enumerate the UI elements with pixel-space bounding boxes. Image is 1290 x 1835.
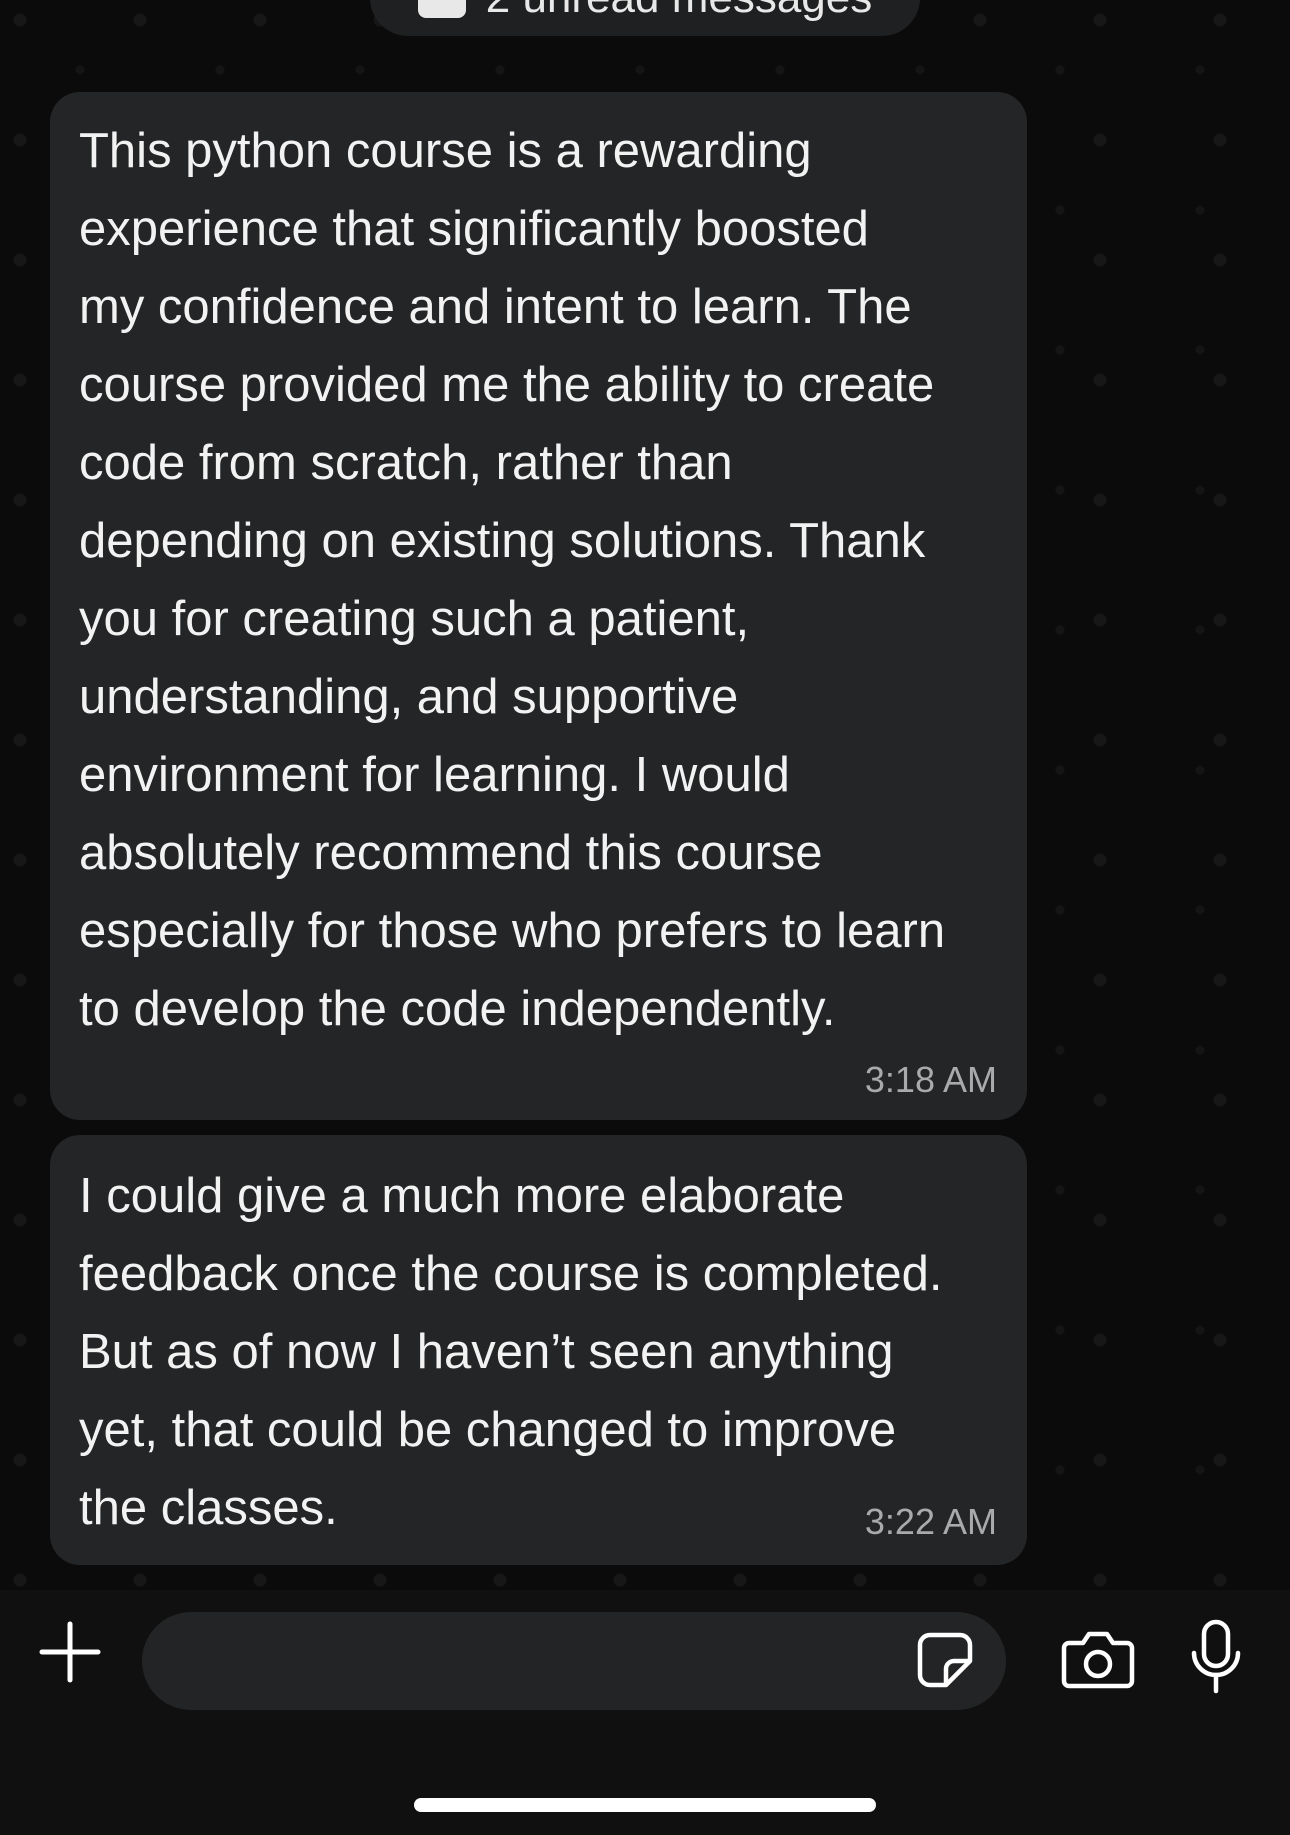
sticker-icon	[917, 1632, 973, 1688]
sticker-button[interactable]	[915, 1630, 975, 1690]
message-text: I could give a much more elaborate feedb…	[79, 1169, 943, 1535]
camera-button[interactable]	[1060, 1627, 1136, 1691]
home-indicator[interactable]	[414, 1798, 876, 1812]
message-input[interactable]	[142, 1612, 1006, 1710]
unread-messages-banner[interactable]: 2 unread messages	[370, 0, 920, 36]
plus-icon	[39, 1621, 101, 1683]
attach-button[interactable]	[36, 1618, 104, 1686]
camera-icon	[1061, 1631, 1135, 1689]
message-bubble[interactable]: This python course is a rewarding experi…	[50, 92, 1027, 1120]
message-timestamp: 3:22 AM	[864, 1501, 997, 1542]
voice-message-button[interactable]	[1186, 1618, 1246, 1698]
microphone-icon	[1191, 1619, 1241, 1694]
message-bubble[interactable]: I could give a much more elaborate feedb…	[50, 1135, 1027, 1565]
message-text: This python course is a rewarding experi…	[79, 124, 946, 1036]
message-timestamp: 3:18 AM	[864, 1059, 997, 1100]
message-composer	[0, 1590, 1290, 1835]
message-icon	[417, 0, 466, 18]
unread-messages-label: 2 unread messages	[486, 0, 872, 23]
